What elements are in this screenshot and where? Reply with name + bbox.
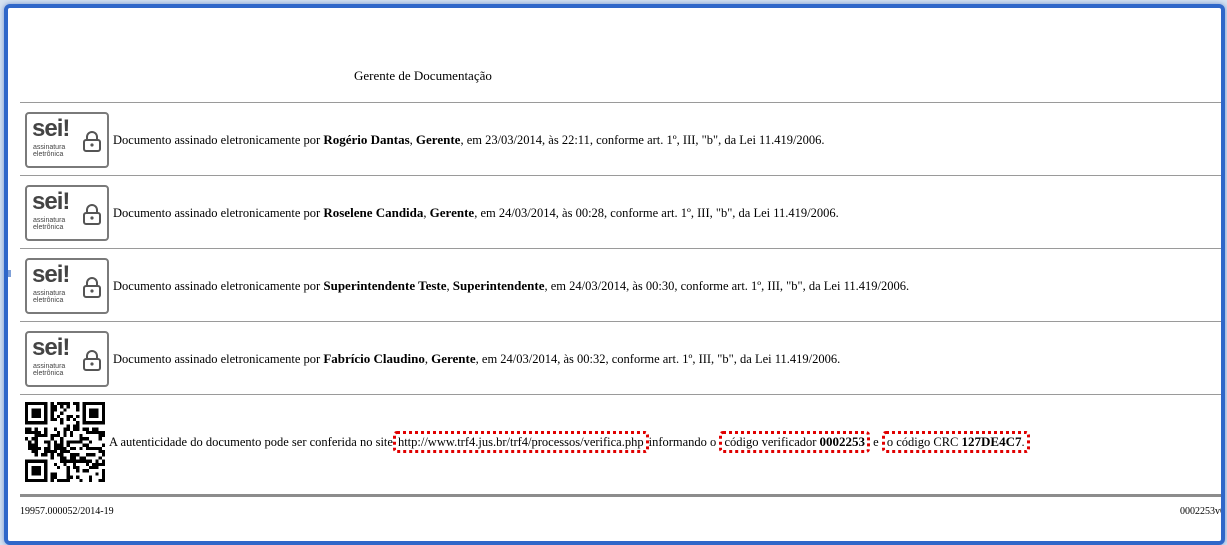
signer-role: Gerente xyxy=(429,204,475,220)
sei-subtitle: assinatura eletrônica xyxy=(33,362,66,377)
signature-row: sei! assinatura eletrônica Documento assi… xyxy=(20,175,1221,249)
document-page: Gerente de Documentação sei! assinatura e… xyxy=(20,8,1225,541)
sei-subtitle: assinatura eletrônica xyxy=(33,216,66,231)
signer-role: Gerente xyxy=(431,350,476,366)
lock-icon xyxy=(83,130,101,152)
verification-url[interactable]: http://www.trf4.jus.br/trf4/processos/ve… xyxy=(392,431,649,453)
margin-marker xyxy=(8,270,11,277)
signature-text: Documento assinado eletronicamente por S… xyxy=(113,277,910,293)
document-frame: Gerente de Documentação sei! assinatura e… xyxy=(4,4,1225,545)
signer-name: Fabrício Claudino xyxy=(323,350,425,366)
sei-seal-icon: sei! assinatura eletrônica xyxy=(25,330,109,387)
document-version: 0002253v6 xyxy=(1180,506,1225,517)
signature-row: sei! assinatura eletrônica Documento assi… xyxy=(20,321,1221,395)
verification-row: A autenticidade do documento pode ser co… xyxy=(20,394,1221,489)
signature-row: sei! assinatura eletrônica Documento assi… xyxy=(20,248,1221,322)
qr-code-icon xyxy=(25,402,105,482)
signature-text: Documento assinado eletronicamente por R… xyxy=(113,204,839,220)
sei-logo: sei! xyxy=(32,187,70,215)
lock-icon xyxy=(83,349,101,371)
sei-logo: sei! xyxy=(32,114,70,142)
sei-subtitle: assinatura eletrônica xyxy=(33,143,66,158)
signer-role: Gerente xyxy=(415,131,461,147)
lock-icon xyxy=(83,276,101,298)
signer-name: Roselene Candida xyxy=(323,204,424,220)
signature-text: Documento assinado eletronicamente por F… xyxy=(113,350,841,366)
crc-code: o código CRC 127DE4C7. xyxy=(881,431,1030,453)
signer-name: Superintendente Teste xyxy=(323,277,447,293)
process-number: 19957.000052/2014-19 xyxy=(20,506,114,517)
sei-logo: sei! xyxy=(32,260,70,288)
signer-name: Rogério Dantas xyxy=(323,131,410,147)
sei-seal-icon: sei! assinatura eletrônica xyxy=(25,111,109,168)
role-title: Gerente de Documentação xyxy=(354,68,492,83)
lock-icon xyxy=(83,203,101,225)
sei-subtitle: assinatura eletrônica xyxy=(33,289,66,304)
sei-logo: sei! xyxy=(32,333,70,361)
verification-code: código verificador 0002253 xyxy=(719,431,871,453)
verification-text: A autenticidade do documento pode ser co… xyxy=(109,431,1030,453)
footer-divider xyxy=(20,494,1221,497)
signer-role: Superintendente xyxy=(452,277,545,293)
sei-seal-icon: sei! assinatura eletrônica xyxy=(25,257,109,314)
signature-row: sei! assinatura eletrônica Documento assi… xyxy=(20,102,1221,176)
signature-text: Documento assinado eletronicamente por R… xyxy=(113,131,825,147)
sei-seal-icon: sei! assinatura eletrônica xyxy=(25,184,109,241)
